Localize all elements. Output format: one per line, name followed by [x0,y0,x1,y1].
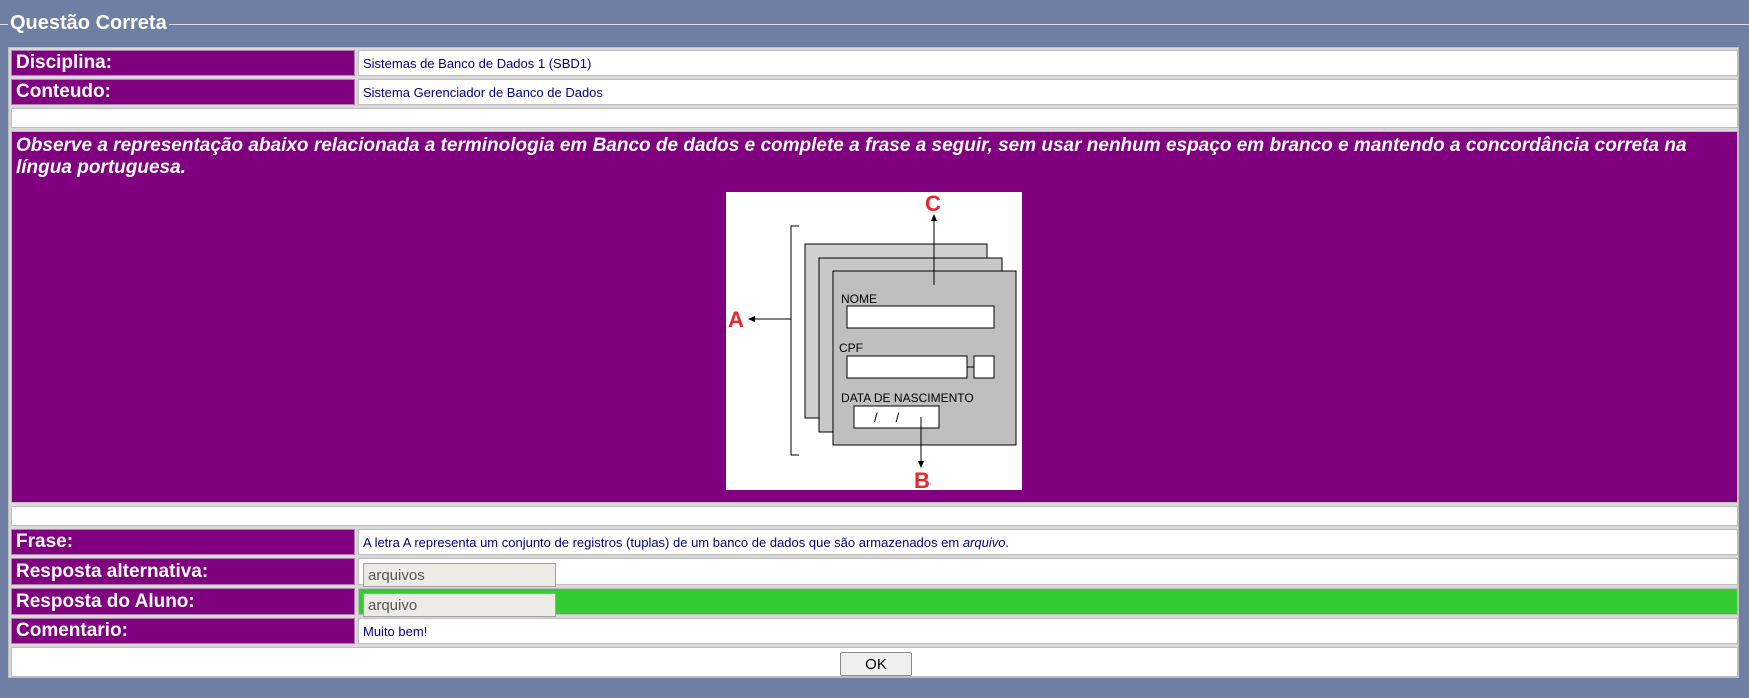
label-c: C [925,192,941,216]
resposta-aluno-cell [358,588,1738,617]
resposta-alternativa-input[interactable] [363,563,556,587]
field-data-slashes: / / [874,410,900,425]
row-frase: Frase: A letra A representa um conjunto … [11,529,1738,555]
row-spacer-2 [11,506,1738,526]
field-nome-label: NOME [841,292,877,306]
question-table: Disciplina: Sistemas de Banco de Dados 1… [8,47,1739,678]
spacer-cell [11,506,1738,526]
question-figure: A NOME C CPF DATA DE NASCIMENTO / / B [726,191,1022,493]
comentario-value: Muito bem! [358,618,1738,644]
frase-text: A letra A representa um conjunto de regi… [363,534,963,550]
field-cpf-box [846,355,968,379]
row-disciplina: Disciplina: Sistemas de Banco de Dados 1… [11,50,1738,76]
resposta-aluno-label: Resposta do Aluno: [11,588,355,615]
row-resposta-aluno: Resposta do Aluno: [11,588,1738,617]
label-a: A [728,307,744,332]
fieldset-legend: Questão Correta [8,12,169,35]
row-question: Observe a representação abaixo relaciona… [11,131,1738,503]
question-cell: Observe a representação abaixo relaciona… [11,131,1738,503]
records-bracket [790,225,799,456]
row-resposta-alternativa: Resposta alternativa: [11,558,1738,587]
row-ok: OK [11,647,1738,677]
ok-button[interactable]: OK [840,652,912,676]
resposta-alternativa-label: Resposta alternativa: [11,558,355,585]
field-cpf-digit-box [973,355,995,379]
comentario-label: Comentario: [11,618,355,644]
spacer-cell [11,108,1738,128]
database-diagram: A NOME C CPF DATA DE NASCIMENTO / / B [728,191,1017,493]
ok-cell: OK [11,647,1738,677]
row-comentario: Comentario: Muito bem! [11,618,1738,644]
frase-answer: arquivo [962,534,1006,550]
frase-end: . [1005,534,1010,550]
question-text: Observe a representação abaixo relaciona… [16,135,1687,178]
row-conteudo: Conteudo: Sistema Gerenciador de Banco d… [11,79,1738,105]
resposta-alternativa-cell [358,558,1738,587]
frase-label: Frase: [11,529,355,555]
frase-value: A letra A representa um conjunto de regi… [358,529,1738,555]
row-spacer-1 [11,108,1738,128]
conteudo-label: Conteudo: [11,79,355,105]
field-cpf-label: CPF [839,341,863,355]
resposta-aluno-input[interactable] [363,593,556,617]
field-nome-box [846,305,995,329]
disciplina-value: Sistemas de Banco de Dados 1 (SBD1) [358,50,1738,76]
disciplina-label: Disciplina: [11,50,355,76]
conteudo-value: Sistema Gerenciador de Banco de Dados [358,79,1738,105]
label-b: B [914,468,930,490]
field-data-label: DATA DE NASCIMENTO [841,391,974,405]
